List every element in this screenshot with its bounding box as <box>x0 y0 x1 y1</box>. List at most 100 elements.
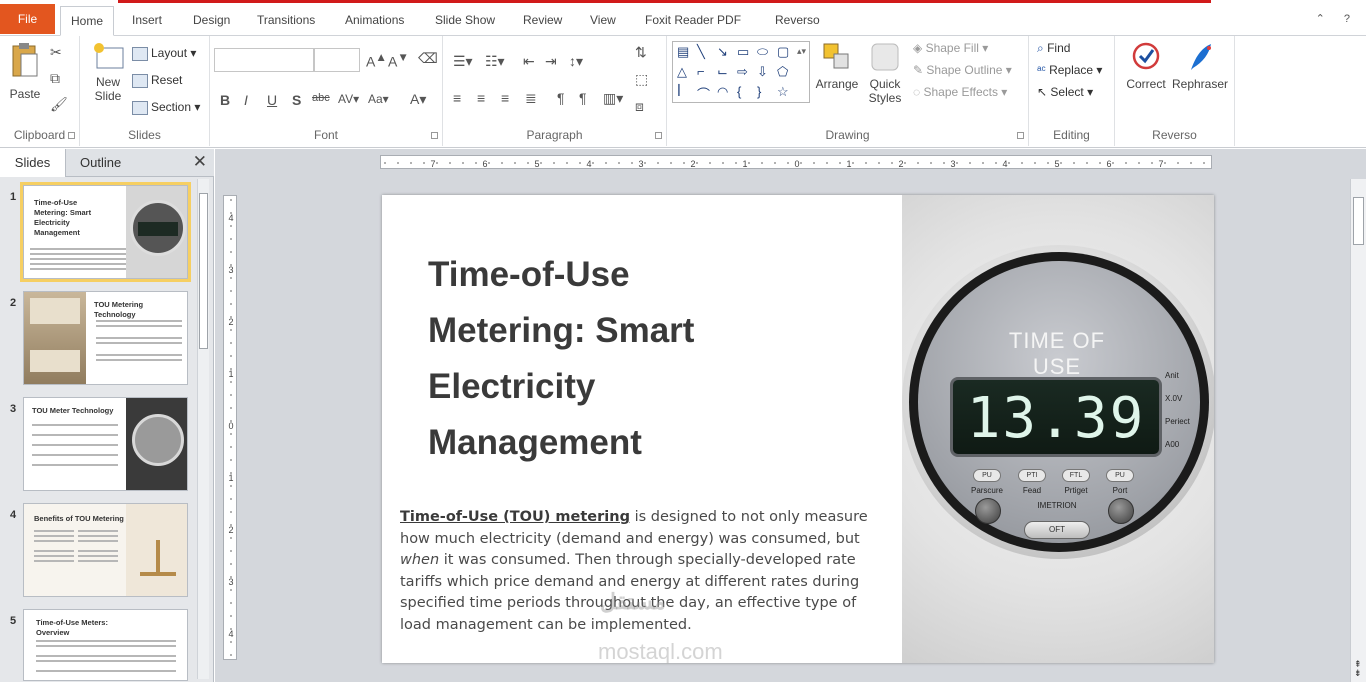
font-color-icon[interactable]: A▾ <box>410 91 426 108</box>
rounded-rect-shape-icon[interactable]: ▢ <box>777 44 789 60</box>
slides-pane-scrollbar[interactable] <box>197 179 209 679</box>
elbow-connector-icon[interactable]: ⌐ <box>697 64 705 79</box>
triangle-shape-icon[interactable]: △ <box>677 64 687 80</box>
drawing-launcher-icon[interactable] <box>1017 132 1024 139</box>
textbox-shape-icon[interactable]: ▤ <box>677 44 689 60</box>
tab-slide-show[interactable]: Slide Show <box>425 6 505 36</box>
underline-icon[interactable]: U <box>267 92 277 108</box>
down-arrow-shape-icon[interactable]: ⇩ <box>757 64 768 80</box>
elbow-arrow-icon[interactable]: ⌙ <box>717 64 728 80</box>
font-launcher-icon[interactable] <box>431 132 438 139</box>
arrow-shape-icon[interactable]: ↘ <box>717 44 728 60</box>
bold-icon[interactable]: B <box>220 92 230 108</box>
shape-fill-button[interactable]: ◈ Shape Fill ▾ <box>913 41 988 55</box>
character-spacing-icon[interactable]: AV▾ <box>338 92 359 106</box>
tab-review[interactable]: Review <box>513 6 572 36</box>
rephraser-button[interactable]: Rephraser <box>1170 40 1230 91</box>
ltr-icon[interactable]: ¶ <box>557 90 565 106</box>
grow-font-icon[interactable]: A▲ <box>366 51 387 70</box>
slide-thumbnail-5[interactable]: Time-of-Use Meters: Overview <box>23 609 188 681</box>
rectangle-shape-icon[interactable]: ▭ <box>737 44 749 60</box>
rtl-icon[interactable]: ¶ <box>579 90 587 106</box>
quick-styles-button[interactable]: Quick Styles <box>862 40 908 105</box>
shrink-font-icon[interactable]: A▼ <box>388 51 409 70</box>
smartart-icon[interactable]: ⧈ <box>635 98 644 115</box>
select-button[interactable]: ↖ Select ▾ <box>1037 85 1093 99</box>
curve-shape-icon[interactable]: ⌒ <box>697 84 710 103</box>
align-center-icon[interactable]: ≡ <box>477 90 485 106</box>
freeform-shape-icon[interactable]: ꟾ <box>677 84 681 100</box>
tab-slides[interactable]: Slides <box>0 149 66 177</box>
slide-canvas[interactable]: Time-of-Use Metering: Smart Electricity … <box>382 195 1214 663</box>
tab-insert[interactable]: Insert <box>122 6 172 36</box>
shape-outline-button[interactable]: ✎ Shape Outline ▾ <box>913 63 1012 77</box>
copy-icon[interactable]: ⧉ <box>50 70 60 87</box>
clear-formatting-icon[interactable]: ⌫ <box>418 50 438 67</box>
left-brace-icon[interactable]: { <box>737 84 741 99</box>
tou-metering-link[interactable]: Time-of-Use (TOU) metering <box>400 509 630 525</box>
window-help-icons[interactable]: ⌃ ? <box>1316 12 1358 25</box>
right-brace-icon[interactable]: } <box>757 84 761 99</box>
slide-thumbnail-3[interactable]: TOU Meter Technology <box>23 397 188 491</box>
font-size-dropdown[interactable] <box>314 48 360 72</box>
slide-thumbnail-2[interactable]: TOU Metering Technology <box>23 291 188 385</box>
slide-thumbnail-1[interactable]: Time-of-Use Metering: Smart Electricity … <box>20 182 191 282</box>
increase-indent-icon[interactable]: ⇥ <box>545 53 557 70</box>
shadow-icon[interactable]: S <box>292 92 301 108</box>
change-case-icon[interactable]: Aa▾ <box>368 92 389 106</box>
vertical-ruler[interactable]: 4 3 2 1 0 1 2 3 4 <box>223 195 237 660</box>
correct-button[interactable]: Correct <box>1120 40 1172 91</box>
prev-next-slide-icons[interactable]: ⇞ ⇟ <box>1354 660 1362 678</box>
line-shape-icon[interactable]: ╲ <box>697 44 705 60</box>
clipboard-launcher-icon[interactable] <box>68 132 75 139</box>
format-painter-icon[interactable]: 🖌 <box>50 96 68 113</box>
layout-button[interactable]: Layout ▾ <box>132 46 196 61</box>
italic-icon[interactable]: I <box>244 92 248 108</box>
align-left-icon[interactable]: ≡ <box>453 90 461 106</box>
paragraph-launcher-icon[interactable] <box>655 132 662 139</box>
editor-scroll-thumb[interactable] <box>1353 197 1364 245</box>
align-text-icon[interactable]: ⬚ <box>635 71 648 88</box>
bullets-icon[interactable]: ☰▾ <box>453 53 473 70</box>
slides-pane-scroll-thumb[interactable] <box>199 193 208 349</box>
slide-thumbnail-4[interactable]: Benefits of TOU Metering <box>23 503 188 597</box>
tab-reverso[interactable]: Reverso <box>765 6 830 36</box>
tab-transitions[interactable]: Transitions <box>247 6 325 36</box>
tab-view[interactable]: View <box>580 6 626 36</box>
replace-button[interactable]: ᵃᶜ Replace ▾ <box>1037 63 1102 77</box>
find-button[interactable]: ⌕ Find <box>1037 41 1070 56</box>
section-button[interactable]: Section ▾ <box>132 100 200 115</box>
tab-file[interactable]: File <box>0 4 55 34</box>
columns-icon[interactable]: ▥▾ <box>603 90 623 107</box>
tab-foxit-reader-pdf[interactable]: Foxit Reader PDF <box>635 6 751 36</box>
close-pane-icon[interactable]: ✕ <box>193 152 207 172</box>
tab-design[interactable]: Design <box>183 6 240 36</box>
paste-button[interactable]: Paste <box>6 42 44 101</box>
slide-body-text[interactable]: Time-of-Use (TOU) metering is designed t… <box>400 507 890 637</box>
reset-button[interactable]: Reset <box>132 73 182 88</box>
tab-animations[interactable]: Animations <box>335 6 414 36</box>
align-right-icon[interactable]: ≡ <box>501 90 509 106</box>
justify-icon[interactable]: ≣ <box>525 90 537 107</box>
right-arrow-shape-icon[interactable]: ⇨ <box>737 64 748 80</box>
horizontal-ruler[interactable]: 7 6 5 4 3 2 1 0 1 2 3 4 5 6 7 <box>380 155 1212 169</box>
gallery-more-icon[interactable]: ▴▾ <box>797 46 806 57</box>
new-slide-button[interactable]: New Slide <box>88 42 128 103</box>
arc-shape-icon[interactable]: ◠ <box>717 84 728 100</box>
arrange-button[interactable]: Arrange <box>812 40 862 91</box>
pentagon-shape-icon[interactable]: ⬠ <box>777 64 788 80</box>
cut-icon[interactable]: ✂ <box>50 44 62 61</box>
tab-home[interactable]: Home <box>60 6 115 36</box>
text-direction-icon[interactable]: ⇅ <box>635 44 647 61</box>
strikethrough-icon[interactable]: abc <box>312 92 330 104</box>
tab-outline[interactable]: Outline <box>68 149 133 177</box>
line-spacing-icon[interactable]: ↕▾ <box>569 53 583 70</box>
shapes-gallery[interactable]: ▤ ╲ ↘ ▭ ⬭ ▢ △ ⌐ ⌙ ⇨ ⇩ ⬠ ꟾ ⌒ ◠ { } ☆ ▴▾ <box>672 41 810 103</box>
numbering-icon[interactable]: ☷▾ <box>485 53 505 70</box>
shape-effects-button[interactable]: ◌ Shape Effects ▾ <box>913 85 1007 99</box>
font-name-dropdown[interactable] <box>214 48 314 72</box>
oval-shape-icon[interactable]: ⬭ <box>757 44 768 60</box>
editor-vertical-scrollbar[interactable]: ⇞ ⇟ <box>1350 179 1366 682</box>
slide-title[interactable]: Time-of-Use Metering: Smart Electricity … <box>428 247 848 471</box>
decrease-indent-icon[interactable]: ⇤ <box>523 53 535 70</box>
